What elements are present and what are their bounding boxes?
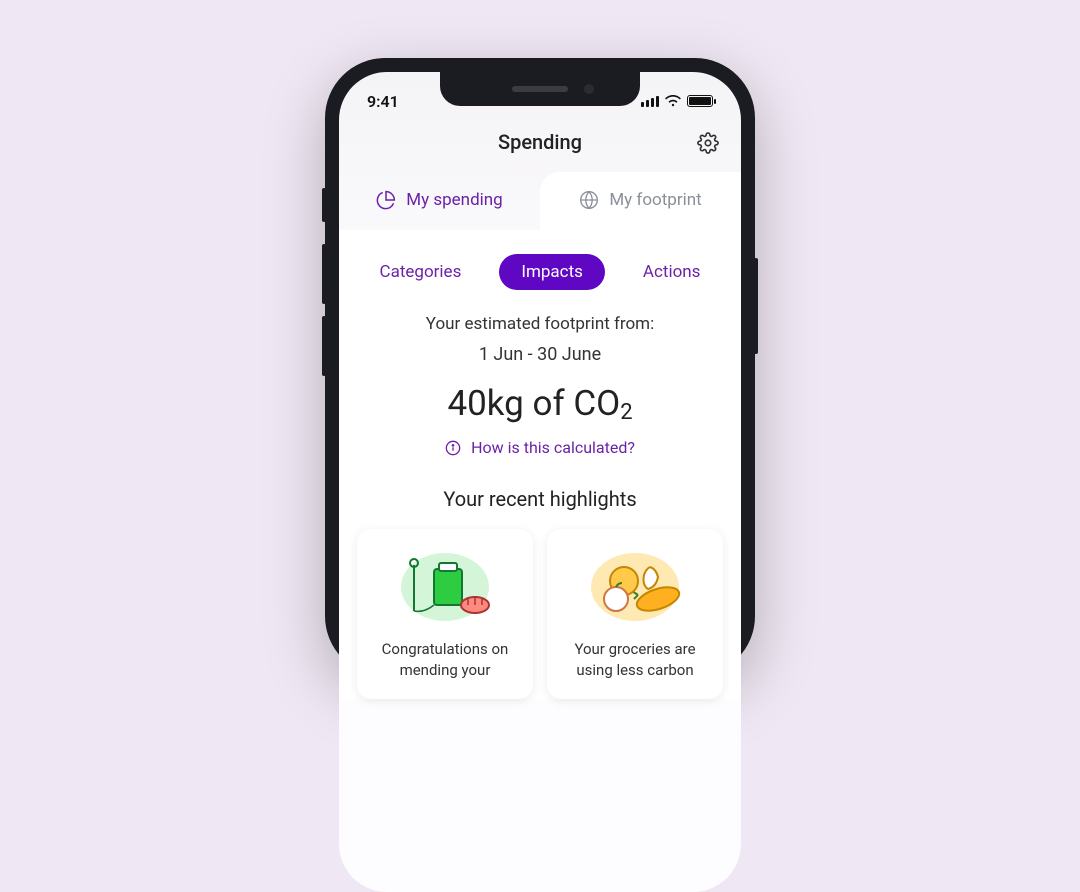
settings-icon[interactable] [697,132,719,154]
phone-frame: 9:41 Spending My spending [325,58,755,676]
page-header: Spending [339,116,741,172]
tab-label: My footprint [609,190,701,210]
footprint-amount: 40kg of CO2 [357,383,723,424]
highlight-card[interactable]: Congratulations on mending your [357,529,533,699]
status-time: 9:41 [367,92,399,111]
highlight-card-text: Congratulations on mending your [371,639,519,681]
globe-icon [579,190,599,210]
highlights-title: Your recent highlights [357,487,723,511]
highlight-card-text: Your groceries are using less carbon [561,639,709,681]
content-area: Categories Impacts Actions Your estimate… [339,230,741,699]
footprint-date-range: 1 Jun - 30 June [357,344,723,365]
highlight-cards: Congratulations on mending your [357,529,723,699]
pie-chart-icon [376,190,396,210]
volume-down-button [322,316,326,376]
tab-my-footprint[interactable]: My footprint [540,172,741,230]
pill-actions[interactable]: Actions [627,254,717,290]
info-icon [445,440,461,456]
side-button [322,188,326,222]
tab-my-spending[interactable]: My spending [339,172,540,230]
how-calculated-link[interactable]: How is this calculated? [357,438,723,457]
cellular-icon [641,95,659,107]
sewing-illustration [371,547,519,625]
tab-label: My spending [406,190,502,210]
how-calculated-text: How is this calculated? [471,438,635,457]
volume-up-button [322,244,326,304]
wifi-icon [665,95,681,107]
primary-tabs: My spending My footprint [339,172,741,230]
groceries-illustration [561,547,709,625]
highlight-card[interactable]: Your groceries are using less carbon [547,529,723,699]
pill-categories[interactable]: Categories [364,254,478,290]
footprint-intro: Your estimated footprint from: [357,314,723,334]
battery-icon [687,95,713,107]
footprint-summary: Your estimated footprint from: 1 Jun - 3… [357,314,723,457]
page-title: Spending [498,130,582,154]
pill-impacts[interactable]: Impacts [499,254,605,290]
phone-notch [440,72,640,106]
filter-pills: Categories Impacts Actions [357,248,723,314]
phone-screen: 9:41 Spending My spending [339,72,741,892]
power-button [754,258,758,354]
